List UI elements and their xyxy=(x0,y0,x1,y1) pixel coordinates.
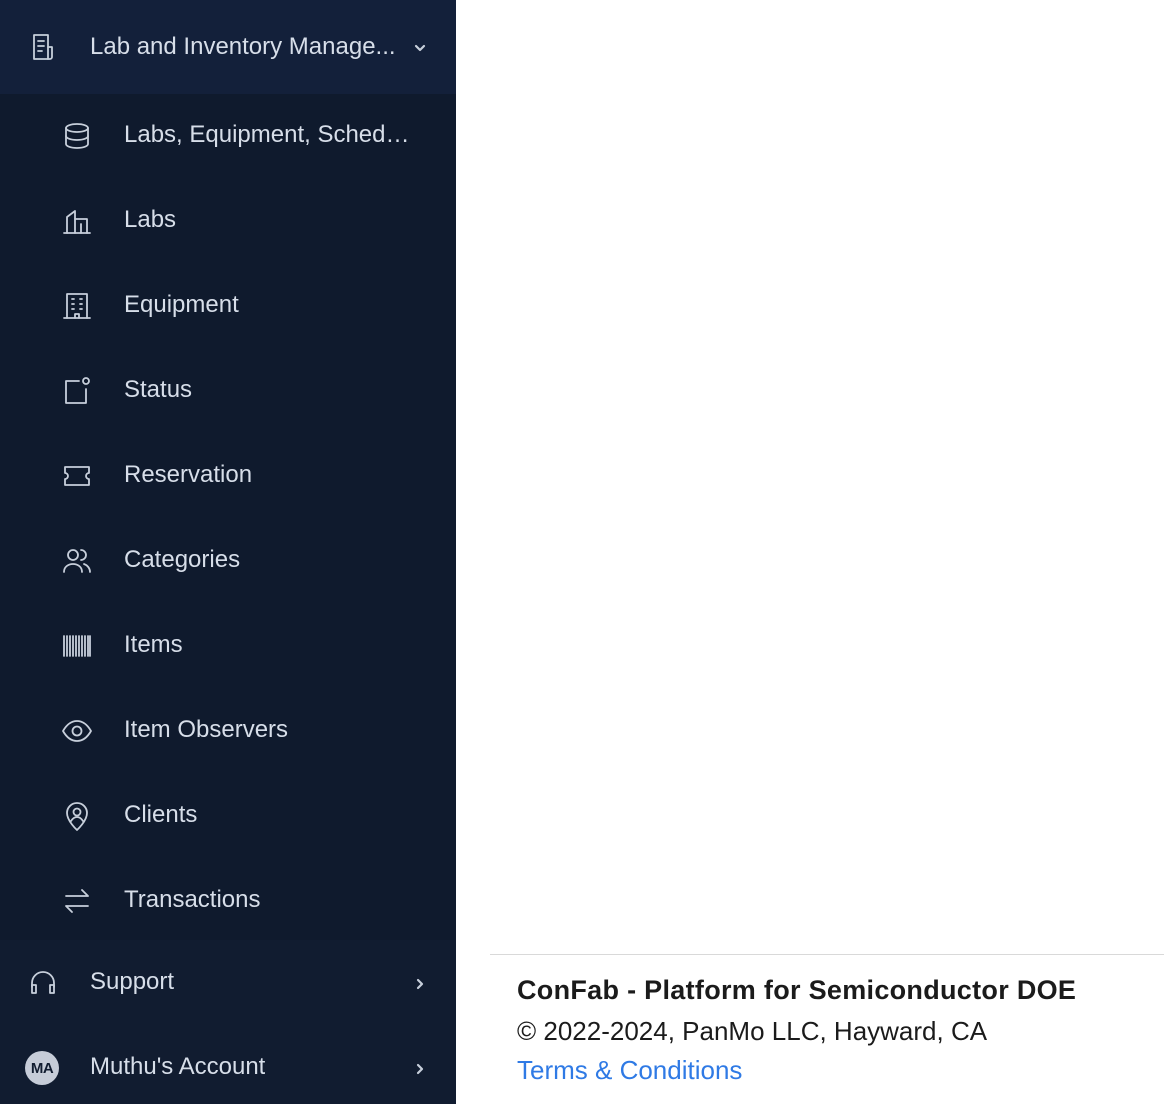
sidebar-item-label: Status xyxy=(124,376,193,403)
sidebar-item-label: Items xyxy=(124,631,183,658)
sidebar-item-clients[interactable]: Clients xyxy=(0,774,456,859)
office-building-icon xyxy=(61,290,93,322)
page-footer: ConFab - Platform for Semiconductor DOE … xyxy=(490,954,1164,1085)
footer-copyright: © 2022-2024, PanMo LLC, Hayward, CA xyxy=(517,1016,988,1046)
chevron-down-icon xyxy=(412,40,428,56)
chevron-right-icon xyxy=(412,976,428,992)
eye-icon xyxy=(61,715,93,747)
footer-title: ConFab - Platform for Semiconductor DOE xyxy=(517,975,1077,1005)
sidebar-item-item-observers[interactable]: Item Observers xyxy=(0,689,456,774)
sidebar-submenu: Labs, Equipment, Schedul... Labs Equipme… xyxy=(0,94,456,940)
document-list-icon xyxy=(27,31,59,63)
sidebar-item-label: Clients xyxy=(124,801,198,828)
sidebar-item-support[interactable]: Support xyxy=(0,941,456,1026)
sidebar-item-items[interactable]: Items xyxy=(0,604,456,689)
sidebar-item-label: Support xyxy=(90,968,175,995)
sidebar-section-lab-inventory[interactable]: Lab and Inventory Manage... xyxy=(0,0,456,94)
sidebar-item-label: Categories xyxy=(124,546,241,573)
sidebar-section-label: Lab and Inventory Manage... xyxy=(90,33,396,60)
sidebar-item-reservation[interactable]: Reservation xyxy=(0,434,456,519)
headset-icon xyxy=(27,967,59,999)
users-icon xyxy=(61,545,93,577)
arrows-left-right-icon xyxy=(61,885,93,917)
sidebar-item-labs[interactable]: Labs xyxy=(0,179,456,264)
sidebar-item-label: Transactions xyxy=(124,886,261,913)
sidebar-item-label: Item Observers xyxy=(124,716,289,743)
sidebar-item-label: Equipment xyxy=(124,291,239,318)
sidebar-item-label: Muthu's Account xyxy=(90,1053,266,1080)
app-root: Lab and Inventory Manage... Labs, Equipm… xyxy=(0,0,1164,1104)
sidebar-item-labs-equipment-schedule[interactable]: Labs, Equipment, Schedul... xyxy=(0,94,456,179)
sidebar-item-equipment[interactable]: Equipment xyxy=(0,264,456,349)
sidebar-item-label: Labs, Equipment, Schedul... xyxy=(124,121,420,148)
sidebar-item-categories[interactable]: Categories xyxy=(0,519,456,604)
sidebar-item-account[interactable]: MA Muthu's Account xyxy=(0,1026,456,1104)
terms-link[interactable]: Terms & Conditions xyxy=(517,1055,742,1086)
database-icon xyxy=(61,120,93,152)
sidebar-item-transactions[interactable]: Transactions xyxy=(0,859,456,944)
ticket-icon xyxy=(61,460,93,492)
map-pin-user-icon xyxy=(61,800,93,832)
sidebar-item-status[interactable]: Status xyxy=(0,349,456,434)
sidebar-item-label: Reservation xyxy=(124,461,253,488)
building-icon xyxy=(61,205,93,237)
avatar: MA xyxy=(25,1051,59,1085)
notification-square-icon xyxy=(61,375,93,407)
sidebar-item-label: Labs xyxy=(124,206,177,233)
sidebar: Lab and Inventory Manage... Labs, Equipm… xyxy=(0,0,456,1104)
barcode-icon xyxy=(61,630,93,662)
chevron-right-icon xyxy=(412,1061,428,1077)
